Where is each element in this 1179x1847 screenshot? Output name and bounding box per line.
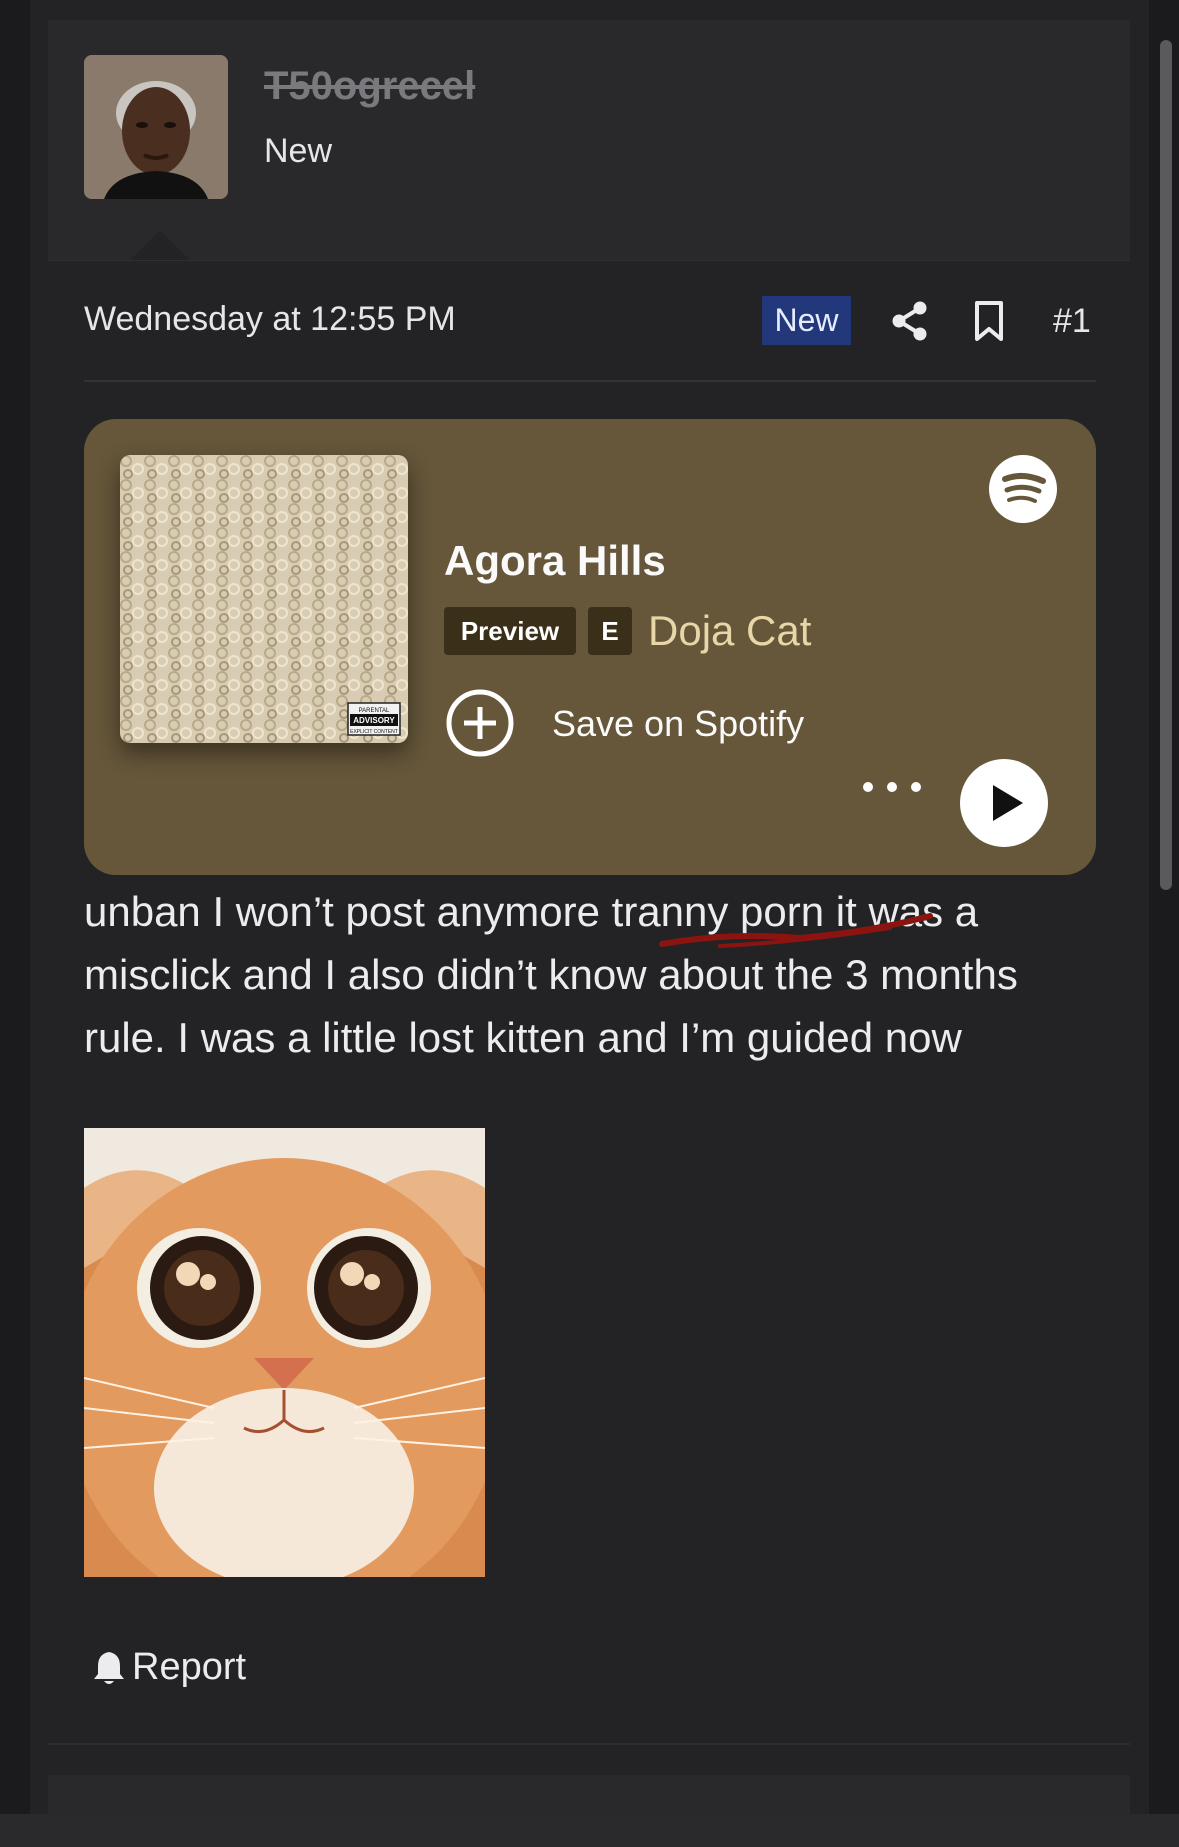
- bell-icon: [94, 1651, 124, 1684]
- explicit-badge: E: [588, 607, 632, 655]
- album-art[interactable]: PARENTAL ADVISORY EXPLICIT CONTENT: [120, 455, 408, 743]
- cat-image[interactable]: [84, 1128, 485, 1577]
- bottom-divider: [48, 1743, 1130, 1745]
- artist-name[interactable]: Doja Cat: [648, 607, 811, 655]
- avatar[interactable]: [84, 55, 228, 199]
- post-date[interactable]: Wednesday at 12:55 PM: [84, 300, 456, 339]
- report-button[interactable]: Report: [92, 1646, 246, 1689]
- scrollbar[interactable]: [1160, 40, 1172, 890]
- new-badge: New: [762, 296, 851, 345]
- user-title: New: [264, 132, 333, 170]
- user-block-pointer: [130, 230, 190, 260]
- spotify-logo-icon[interactable]: [989, 455, 1057, 523]
- username[interactable]: T50ogrecel: [264, 64, 475, 109]
- post-number[interactable]: #1: [1053, 302, 1091, 341]
- red-scribble: [659, 913, 933, 948]
- track-title[interactable]: Agora Hills: [444, 537, 666, 585]
- report-label: Report: [132, 1646, 247, 1688]
- advisory-line-1: PARENTAL: [359, 708, 390, 714]
- plus-circle-icon[interactable]: [446, 689, 514, 757]
- post-message: unban I won’t post anymore tranny porn i…: [84, 888, 1018, 1061]
- browser-bottom-bar: [0, 1814, 1179, 1847]
- more-icon[interactable]: [860, 779, 924, 795]
- advisory-line-3: EXPLICIT CONTENT: [350, 729, 398, 735]
- bookmark-icon[interactable]: [971, 300, 1007, 342]
- play-icon[interactable]: [960, 759, 1048, 847]
- advisory-line-2: ADVISORY: [353, 716, 395, 725]
- meta-divider: [84, 380, 1096, 382]
- save-on-spotify-button[interactable]: Save on Spotify: [552, 703, 804, 745]
- preview-badge: Preview: [444, 607, 576, 655]
- share-icon[interactable]: [889, 300, 931, 342]
- spotify-embed[interactable]: PARENTAL ADVISORY EXPLICIT CONTENT Agora…: [84, 419, 1096, 875]
